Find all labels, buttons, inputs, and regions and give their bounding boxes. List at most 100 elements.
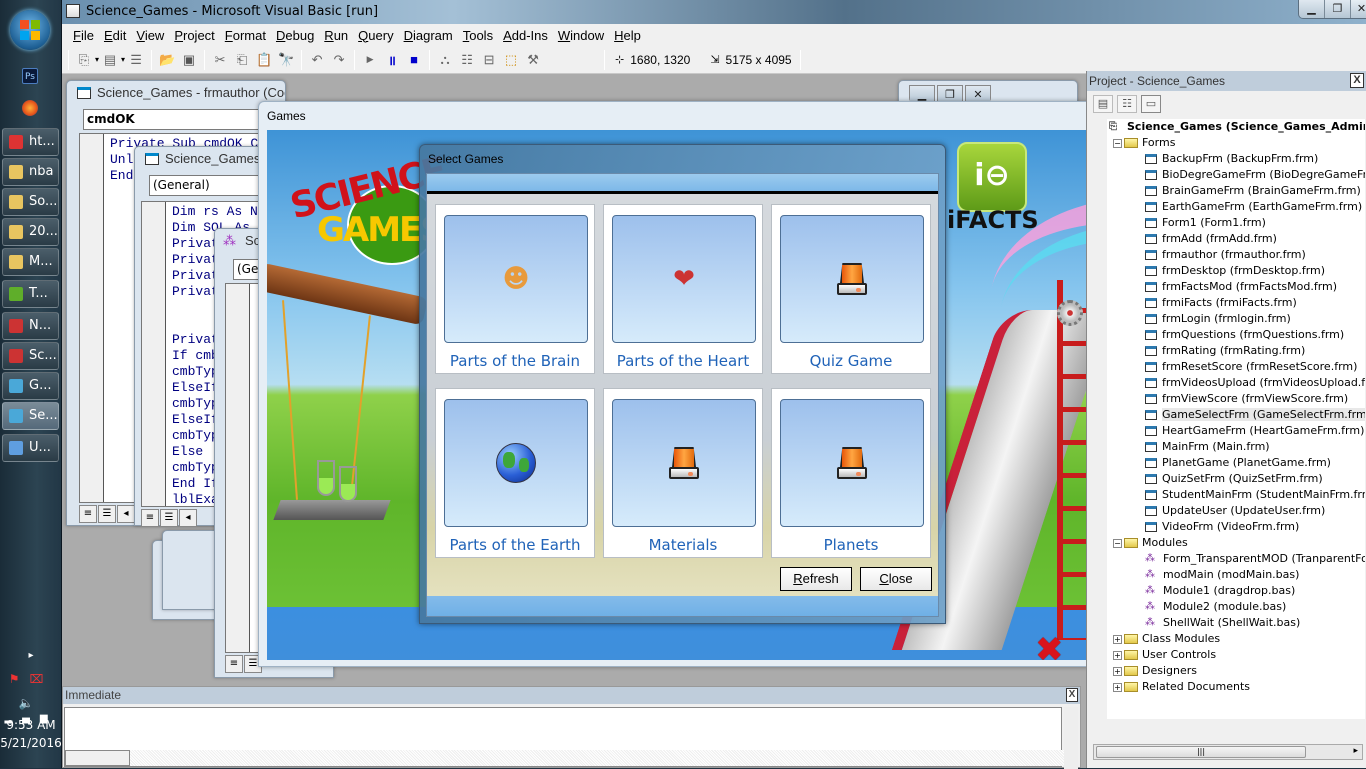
procedure-view-button[interactable]: ≡ xyxy=(141,509,159,527)
tree-project-root[interactable]: ⎘Science_Games (Science_Games_Admin.vbp) xyxy=(1107,119,1365,135)
clock-time[interactable]: 9:53 AM xyxy=(0,718,62,732)
taskbar-button[interactable]: G... xyxy=(2,372,59,400)
game-tile[interactable]: ❤ Parts of the Heart xyxy=(603,204,763,374)
tree-folder-modules[interactable]: − Modules xyxy=(1107,535,1365,551)
menu-debug[interactable]: Debug xyxy=(271,28,319,43)
taskbar-button[interactable]: M... xyxy=(2,248,59,276)
project-explorer-close[interactable]: X xyxy=(1350,73,1364,88)
exit-x-icon[interactable]: ✖ xyxy=(1035,630,1064,660)
game-tile-image[interactable] xyxy=(780,215,924,343)
tree-item-form[interactable]: StudentMainFrm (StudentMainFrm.frm) xyxy=(1107,487,1365,503)
expand-icon[interactable]: + xyxy=(1113,650,1122,660)
menu-window[interactable]: Window xyxy=(553,28,609,43)
end-icon[interactable]: ■ xyxy=(405,51,423,69)
add-project-icon[interactable]: ⎘ xyxy=(75,51,93,69)
tree-item-module[interactable]: ⁂Form_TransparentMOD (TranparentForm.bas… xyxy=(1107,551,1365,567)
game-tile-image[interactable] xyxy=(780,399,924,527)
tree-item-module[interactable]: ⁂ modMain (modMain.bas) xyxy=(1107,567,1365,583)
game-tile-image[interactable]: ❤ xyxy=(612,215,756,343)
procedure-view-button[interactable]: ≡ xyxy=(79,505,97,523)
tree-item-form[interactable]: frmLogin (frmlogin.frm) xyxy=(1107,311,1365,327)
start-button[interactable] xyxy=(10,10,50,50)
view-code-button[interactable]: ▤ xyxy=(1093,95,1113,113)
close-button[interactable]: Close xyxy=(860,567,932,591)
immediate-horizontal-scrollbar[interactable] xyxy=(65,750,1065,766)
power-icon[interactable]: ⌧ xyxy=(29,672,53,686)
cut-icon[interactable]: ✂ xyxy=(211,51,229,69)
menu-query[interactable]: Query xyxy=(353,28,398,43)
restore-button[interactable]: ❐ xyxy=(1325,0,1351,18)
game-tile-label[interactable]: Planets xyxy=(772,536,930,554)
properties-window-icon[interactable]: ☷ xyxy=(458,51,476,69)
toolbox-icon[interactable]: ⚒ xyxy=(524,51,542,69)
game-tile[interactable]: Quiz Game xyxy=(771,204,931,374)
game-tile[interactable]: ☻ Parts of the Brain xyxy=(435,204,595,374)
game-tile[interactable]: Parts of the Earth xyxy=(435,388,595,558)
action-center-icon[interactable]: ⚑ xyxy=(9,672,30,686)
gear-icon[interactable] xyxy=(1057,300,1083,326)
project-explorer-icon[interactable]: ⛬ xyxy=(436,51,454,69)
tree-item-module[interactable]: ⁂ ShellWait (ShellWait.bas) xyxy=(1107,615,1365,631)
show-hidden-icons-button[interactable]: ▸ xyxy=(0,650,62,661)
tree-item-form[interactable]: BioDegreGameFrm (BioDegreGameFrm.frm) xyxy=(1107,167,1365,183)
scroll-left-button[interactable]: ◂ xyxy=(179,509,197,527)
paste-icon[interactable]: 📋 xyxy=(255,51,273,69)
tree-folder[interactable]: + Related Documents xyxy=(1107,679,1365,695)
clock-date[interactable]: 5/21/2016 xyxy=(0,736,62,750)
game-tile-image[interactable]: ☻ xyxy=(444,215,588,343)
taskbar-button[interactable]: nba xyxy=(2,158,59,186)
project-tree[interactable]: ⎘Science_Games (Science_Games_Admin.vbp)… xyxy=(1107,119,1365,719)
taskbar-button[interactable]: Sc... xyxy=(2,342,59,370)
game-tile-image[interactable] xyxy=(444,399,588,527)
save-project-icon[interactable]: ▣ xyxy=(180,51,198,69)
game-tile-label[interactable]: Parts of the Heart xyxy=(604,352,762,370)
tree-item-module[interactable]: ⁂ Module1 (dragdrop.bas) xyxy=(1107,583,1365,599)
collapse-icon[interactable]: − xyxy=(1113,138,1122,148)
expand-icon[interactable]: + xyxy=(1113,682,1122,692)
open-project-icon[interactable]: 📂 xyxy=(158,51,176,69)
form-layout-icon[interactable]: ⊟ xyxy=(480,51,498,69)
menu-tools[interactable]: Tools xyxy=(458,28,498,43)
tree-folder[interactable]: + Designers xyxy=(1107,663,1365,679)
full-module-view-button[interactable]: ☰ xyxy=(160,509,178,527)
tree-item-form[interactable]: frmResetScore (frmResetScore.frm) xyxy=(1107,359,1365,375)
menu-run[interactable]: Run xyxy=(319,28,353,43)
tree-item-form[interactable]: frmDesktop (frmDesktop.frm) xyxy=(1107,263,1365,279)
undo-icon[interactable]: ↶ xyxy=(308,51,326,69)
minimize-button[interactable]: ▁ xyxy=(1299,0,1325,18)
tree-item-module[interactable]: ⁂ Module2 (module.bas) xyxy=(1107,599,1365,615)
tree-item-form[interactable]: frmRating (frmRating.frm) xyxy=(1107,343,1365,359)
tree-item-form[interactable]: frmViewScore (frmViewScore.frm) xyxy=(1107,391,1365,407)
immediate-vertical-scrollbar[interactable] xyxy=(1064,707,1078,769)
menu-diagram[interactable]: Diagram xyxy=(399,28,458,43)
tree-folder-forms[interactable]: − Forms xyxy=(1107,135,1365,151)
menu-view[interactable]: View xyxy=(131,28,169,43)
immediate-close[interactable]: X xyxy=(1066,688,1078,702)
close-button[interactable]: ✕ xyxy=(1351,0,1366,18)
collapse-icon[interactable]: − xyxy=(1113,538,1122,548)
menu-help[interactable]: Help xyxy=(609,28,646,43)
taskbar-button[interactable]: T... xyxy=(2,280,59,308)
refresh-button[interactable]: Refresh xyxy=(780,567,852,591)
tree-item-form[interactable]: BackupFrm (BackupFrm.frm) xyxy=(1107,151,1365,167)
object-browser-icon[interactable]: ⬚ xyxy=(502,51,520,69)
procedure-view-button[interactable]: ≡ xyxy=(225,655,243,673)
tree-item-form[interactable]: BrainGameFrm (BrainGameFrm.frm) xyxy=(1107,183,1365,199)
start-icon[interactable]: ▶ xyxy=(361,51,379,69)
tree-item-form[interactable]: EarthGameFrm (EarthGameFrm.frm) xyxy=(1107,199,1365,215)
full-module-view-button[interactable]: ☰ xyxy=(98,505,116,523)
firefox-icon[interactable] xyxy=(22,100,38,116)
menu-project[interactable]: Project xyxy=(169,28,219,43)
redo-icon[interactable]: ↷ xyxy=(330,51,348,69)
taskbar-button[interactable]: U... xyxy=(2,434,59,462)
tree-item-form[interactable]: frmQuestions (frmQuestions.frm) xyxy=(1107,327,1365,343)
scroll-left-button[interactable]: ◂ xyxy=(117,505,135,523)
project-horizontal-scrollbar[interactable]: ||| ▸ xyxy=(1093,744,1363,760)
menu-file[interactable]: File xyxy=(68,28,99,43)
tree-item-form[interactable]: UpdateUser (UpdateUser.frm) xyxy=(1107,503,1365,519)
expand-icon[interactable]: + xyxy=(1113,634,1122,644)
taskbar-button[interactable]: Se... xyxy=(2,402,59,430)
tree-folder[interactable]: + User Controls xyxy=(1107,647,1365,663)
tree-item-form[interactable]: GameSelectFrm (GameSelectFrm.frm) xyxy=(1107,407,1365,423)
photoshop-icon[interactable]: Ps xyxy=(22,68,38,84)
